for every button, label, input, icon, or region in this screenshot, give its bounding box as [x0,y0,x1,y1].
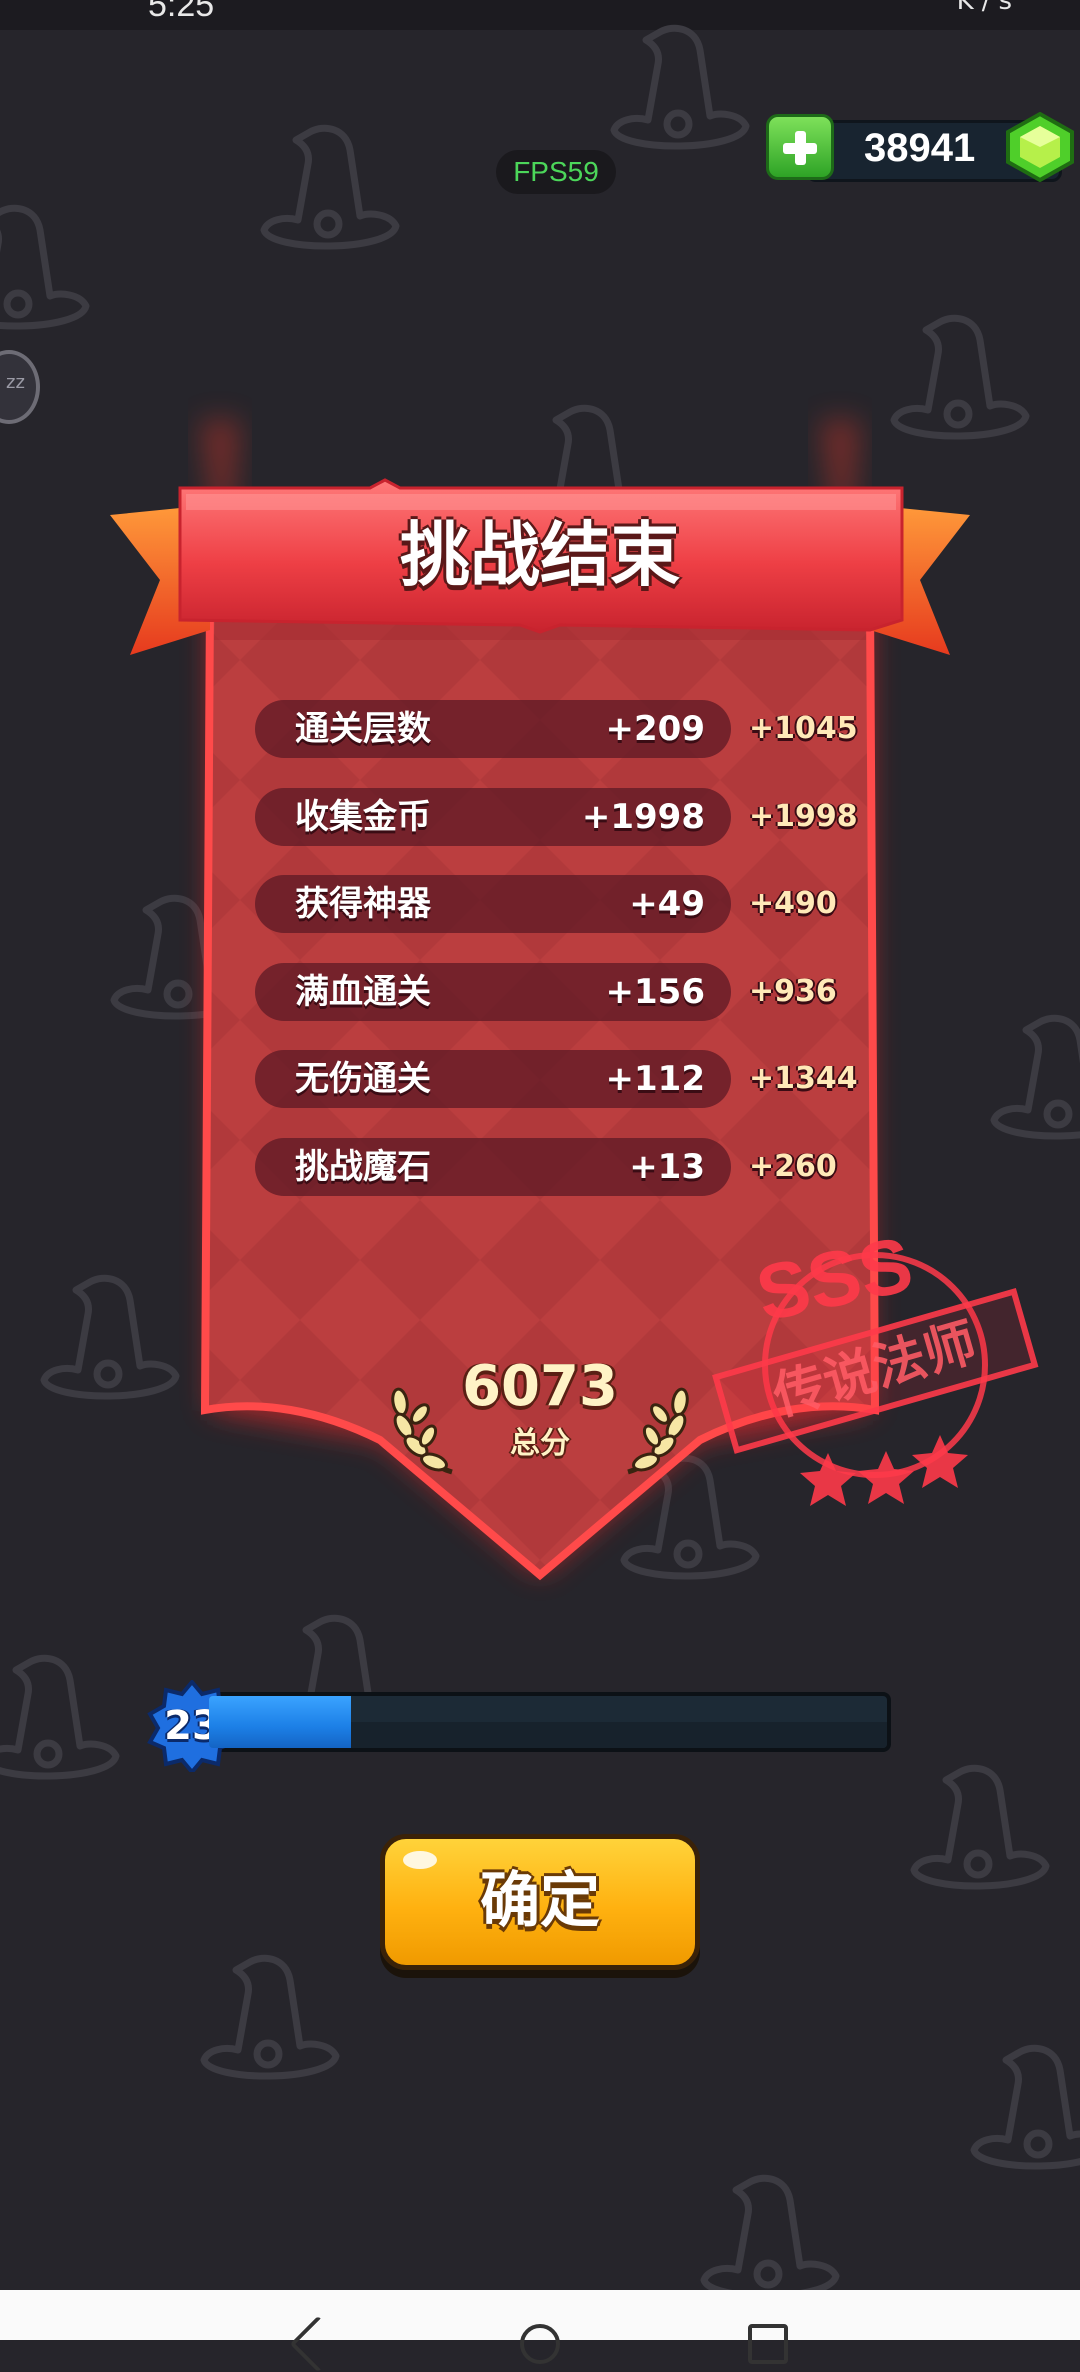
row-label: 挑战魔石 [295,1146,431,1187]
score-row: 通关层数 +209 +1045 [255,700,875,758]
score-rows: 通关层数 +209 +1045 收集金币 +1998 +1998 获得神器 +4… [255,700,875,1225]
system-nav-bar [0,2290,1080,2372]
nav-back-icon[interactable] [289,2315,347,2372]
row-score: +490 [749,886,837,921]
row-score: +260 [749,1148,837,1184]
row-value: +49 [629,884,705,924]
score-row: 收集金币 +1998 +1998 [255,787,875,846]
row-score: +936 [749,973,837,1009]
rank-stamp: SSS 传说法师 [712,1219,1039,1506]
stamp-stars-icon [800,1435,968,1506]
row-label: 满血通关 [295,971,431,1012]
row-label: 获得神器 [295,884,431,924]
score-row: 满血通关 +156 +936 [255,962,875,1021]
total-score-label: 总分 [510,1426,570,1461]
nav-recents-icon[interactable] [748,2324,788,2364]
score-row: 挑战魔石 +13 +260 [255,1137,875,1196]
score-row: 无伤通关 +112 +1344 [255,1050,875,1108]
confirm-label: 确定 [480,1866,600,1936]
row-label: 收集金币 [295,796,431,837]
row-score: +1998 [749,798,858,834]
row-score: +1344 [749,1061,858,1096]
xp-progress-fill [209,1696,352,1748]
row-value: +209 [605,709,705,749]
row-label: 无伤通关 [295,1059,431,1099]
stamp-grade: SSS [749,1219,920,1338]
row-value: +112 [605,1059,705,1099]
row-value: +13 [629,1146,705,1187]
row-value: +1998 [581,796,705,837]
xp-progress-bar [205,1692,891,1752]
row-score: +1045 [749,711,858,746]
score-row: 获得神器 +49 +490 [255,875,875,933]
result-title: 挑战结束 [400,514,680,596]
row-value: +156 [605,971,705,1012]
nav-home-icon[interactable] [520,2324,560,2364]
total-score: 6073 [462,1354,618,1419]
row-label: 通关层数 [295,709,431,749]
confirm-button[interactable]: 确定 [380,1834,700,1970]
